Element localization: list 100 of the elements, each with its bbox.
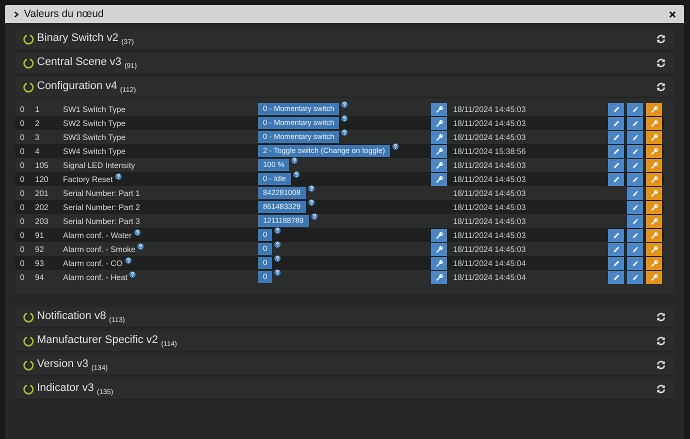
pencil-button[interactable] [608, 102, 624, 116]
pencil-button[interactable] [608, 270, 624, 284]
eraser-button[interactable] [627, 186, 643, 200]
eraser-icon [630, 174, 640, 184]
wrench-button[interactable] [431, 242, 447, 256]
eraser-icon [630, 160, 640, 170]
index-cell-text: 203 [35, 216, 50, 226]
help-icon[interactable] [341, 101, 348, 108]
status-ring-icon [23, 34, 34, 44]
eraser-button[interactable] [627, 242, 643, 256]
help-icon[interactable] [129, 270, 136, 278]
help-icon[interactable] [274, 269, 282, 276]
wrench-button[interactable] [646, 130, 662, 144]
wrench-button[interactable] [431, 270, 447, 284]
parameter-label: Alarm conf. - Heat [63, 272, 128, 282]
timestamp-cell-text: 18/11/2024 14:45:03 [453, 188, 527, 198]
refresh-icon[interactable] [656, 34, 666, 44]
status-ring-icon [23, 82, 34, 92]
eraser-button[interactable] [627, 256, 643, 270]
refresh-icon[interactable] [656, 58, 666, 68]
refresh-icon[interactable] [656, 312, 666, 322]
wrench-button[interactable] [431, 228, 447, 242]
pencil-button[interactable] [608, 228, 624, 242]
status-ring-icon [23, 360, 34, 370]
wrench-button[interactable] [646, 242, 662, 256]
help-icon[interactable] [114, 172, 122, 180]
parameter-label: Alarm conf. - Water [63, 230, 132, 240]
help-icon[interactable] [341, 129, 348, 136]
wrench-button[interactable] [431, 130, 447, 144]
wrench-button[interactable] [646, 144, 662, 158]
eraser-icon [630, 188, 640, 198]
parameter-label: Factory Reset [63, 174, 113, 184]
index-cell-text: 105 [35, 160, 50, 170]
refresh-icon[interactable] [656, 82, 666, 92]
wrench-button[interactable] [431, 102, 447, 116]
eraser-button[interactable] [627, 228, 643, 242]
wrench-button[interactable] [646, 158, 662, 172]
eraser-button[interactable] [627, 130, 643, 144]
refresh-icon[interactable] [656, 336, 666, 346]
eraser-button[interactable] [627, 270, 643, 284]
pencil-button[interactable] [608, 158, 624, 172]
wrench-button[interactable] [646, 186, 662, 200]
refresh-icon[interactable] [656, 384, 666, 394]
eraser-button[interactable] [627, 144, 643, 158]
pencil-button[interactable] [608, 130, 624, 144]
eraser-button[interactable] [627, 172, 643, 186]
help-icon[interactable] [291, 157, 298, 164]
help-icon[interactable] [124, 256, 132, 264]
help-icon[interactable] [308, 185, 315, 192]
help-icon[interactable] [274, 227, 282, 234]
wrench-button[interactable] [646, 270, 662, 284]
help-icon[interactable] [137, 242, 144, 250]
wrench-button[interactable] [431, 256, 447, 270]
eraser-icon [630, 104, 640, 114]
wrench-button[interactable] [646, 172, 662, 186]
parameter-label: Alarm conf. - CO [63, 258, 123, 268]
help-icon[interactable] [341, 115, 348, 122]
wrench-button[interactable] [431, 158, 447, 172]
pencil-button[interactable] [608, 116, 624, 130]
status-ring-icon [23, 58, 34, 68]
help-icon[interactable] [310, 213, 318, 220]
eraser-button[interactable] [627, 116, 643, 130]
eraser-button[interactable] [627, 158, 643, 172]
eraser-icon [630, 132, 640, 142]
index-cell-text: 3 [35, 132, 40, 142]
timestamp-cell-text: 18/11/2024 14:45:03 [453, 202, 527, 212]
eraser-icon [630, 230, 640, 240]
help-icon[interactable] [308, 199, 315, 206]
help-icon[interactable] [292, 171, 300, 178]
pencil-button[interactable] [608, 172, 624, 186]
help-icon[interactable] [274, 241, 282, 248]
wrench-button[interactable] [431, 116, 447, 130]
wrench-button[interactable] [646, 256, 662, 270]
section-title: Version v3 $_{(134)}$ [37, 358, 109, 372]
parameter-label: Serial Number: Part 2 [63, 202, 140, 212]
eraser-icon [630, 258, 640, 268]
help-icon[interactable] [392, 143, 400, 150]
eraser-button[interactable] [627, 200, 643, 214]
help-icon[interactable] [134, 228, 141, 236]
pencil-button[interactable] [608, 242, 624, 256]
status-ring-icon [23, 384, 34, 394]
wrench-button[interactable] [646, 102, 662, 116]
eraser-button[interactable] [627, 102, 643, 116]
wrench-button[interactable] [646, 214, 662, 228]
pencil-button[interactable] [608, 144, 624, 158]
pencil-button[interactable] [608, 256, 624, 270]
wrench-button[interactable] [646, 228, 662, 242]
wrench-button[interactable] [431, 144, 447, 158]
parameter-label: SW1 Switch Type [63, 104, 126, 114]
wrench-button[interactable] [646, 200, 662, 214]
instance-cell-text: 0 [20, 258, 26, 268]
help-icon[interactable] [274, 255, 282, 262]
section-title: Notification v8 $_{(113)}$ [37, 310, 126, 324]
wrench-button[interactable] [431, 172, 447, 186]
refresh-icon[interactable] [656, 360, 666, 370]
timestamp-cell-text: 18/11/2024 14:45:03 [453, 174, 527, 184]
wrench-button[interactable] [646, 116, 662, 130]
index-cell-text: 91 [35, 230, 45, 240]
close-icon[interactable] [669, 10, 676, 18]
eraser-button[interactable] [627, 214, 643, 228]
